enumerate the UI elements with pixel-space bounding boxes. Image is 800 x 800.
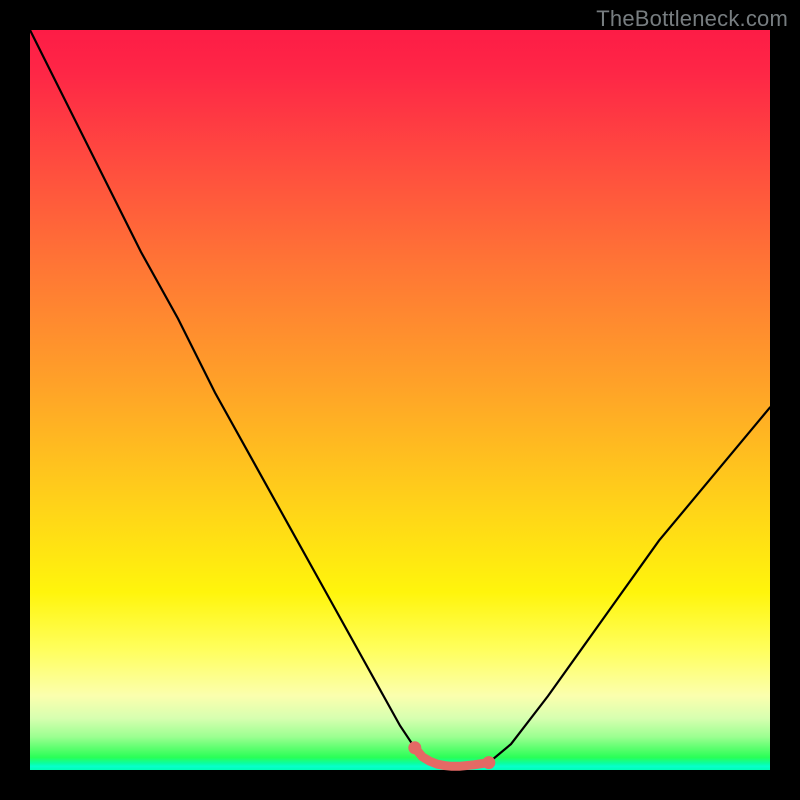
bottleneck-curve bbox=[30, 30, 770, 766]
chart-frame: TheBottleneck.com bbox=[0, 0, 800, 800]
plot-area bbox=[30, 30, 770, 770]
watermark-text: TheBottleneck.com bbox=[596, 6, 788, 32]
highlight-segment bbox=[415, 748, 489, 767]
curve-svg bbox=[30, 30, 770, 770]
highlight-endpoint-left bbox=[408, 741, 421, 754]
highlight-endpoint-right bbox=[482, 756, 495, 769]
